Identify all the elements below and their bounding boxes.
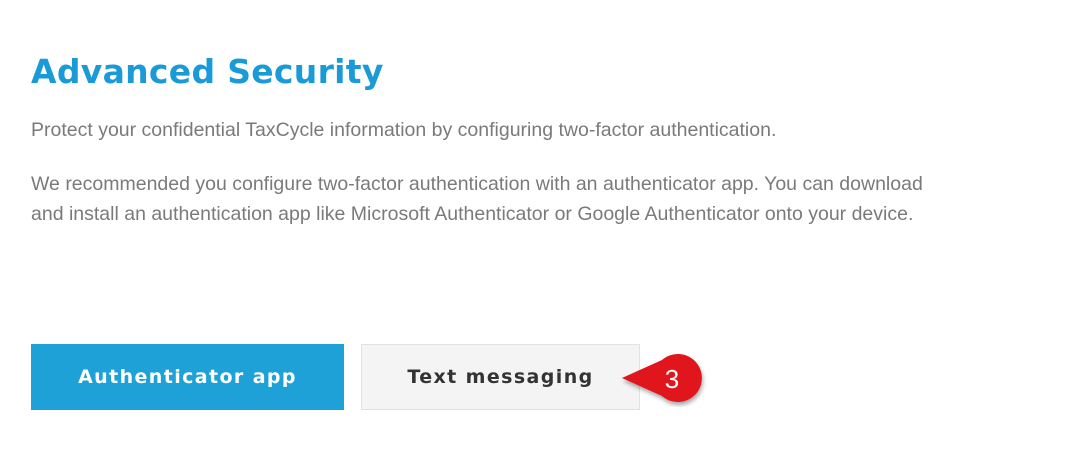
- callout-number: 3: [664, 364, 680, 394]
- recommendation-line-1: We recommended you configure two-factor …: [31, 173, 923, 195]
- text-messaging-button[interactable]: Text messaging: [361, 344, 640, 410]
- authenticator-app-button[interactable]: Authenticator app: [31, 344, 344, 410]
- advanced-security-page: Advanced Security Protect your confident…: [0, 0, 1084, 464]
- recommendation-line-2: and install an authentication app like M…: [31, 203, 914, 225]
- recommendation-text: We recommended you configure two-factor …: [31, 169, 923, 229]
- intro-text: Protect your confidential TaxCycle infor…: [31, 119, 777, 141]
- page-title: Advanced Security: [31, 52, 384, 91]
